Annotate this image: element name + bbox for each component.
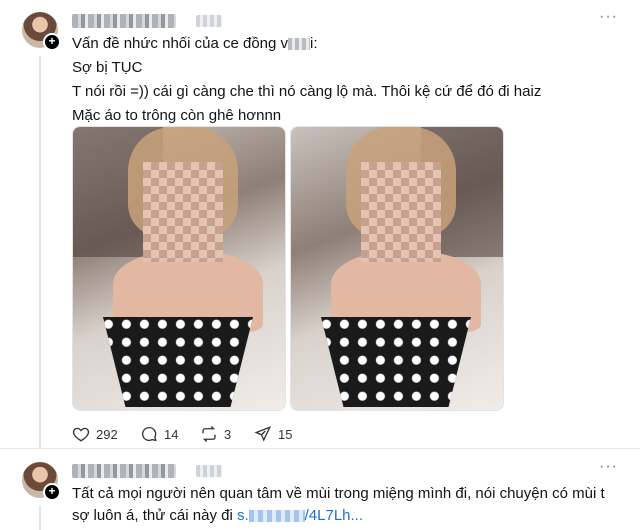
more-options-icon[interactable]: ··· <box>599 458 618 476</box>
like-button[interactable]: 292 <box>72 425 118 443</box>
follow-plus-icon[interactable]: + <box>43 33 61 51</box>
follow-plus-icon[interactable]: + <box>43 483 61 501</box>
post-text-line: sợ luôn á, thử cái này đi s. /4L7Lh... <box>72 504 363 528</box>
thread-line <box>39 56 41 448</box>
post-text-line: Vấn đề nhức nhối của ce đồng v i: <box>72 32 318 56</box>
share-count: 15 <box>278 426 293 442</box>
reply-button[interactable]: 14 <box>140 425 178 443</box>
post-photo-2[interactable] <box>290 126 504 411</box>
post-text-tail: i: <box>310 35 318 52</box>
link-suffix: /4L7Lh... <box>304 507 364 524</box>
redacted-word <box>288 38 311 51</box>
pixelated-face <box>361 162 441 262</box>
comment-icon <box>141 426 157 442</box>
post-text: Vấn đề nhức nhối của ce đồng v <box>72 35 289 52</box>
username-redacted[interactable] <box>72 14 176 28</box>
send-icon <box>254 426 272 442</box>
redacted-link <box>248 510 305 523</box>
post-link[interactable]: s. /4L7Lh... <box>237 507 363 524</box>
reply-count: 14 <box>164 426 179 442</box>
thread-line <box>39 506 41 530</box>
post-text: sợ luôn á, thử cái này đi <box>72 507 237 524</box>
post-text-line: Mặc áo to trông còn ghê hơnnn <box>72 107 282 124</box>
post-divider <box>0 448 640 449</box>
username-redacted[interactable] <box>72 464 176 478</box>
avatar[interactable]: + <box>22 462 61 501</box>
post-text-line: Tất cả mọi người nên quan tâm về mùi tro… <box>72 485 605 502</box>
more-options-icon[interactable]: ··· <box>599 8 618 26</box>
post-photo-1[interactable] <box>72 126 286 411</box>
repost-count: 3 <box>224 426 232 442</box>
heart-icon <box>72 427 90 442</box>
repost-button[interactable]: 3 <box>200 425 231 443</box>
timestamp-redacted <box>196 15 222 27</box>
like-count: 292 <box>96 426 118 442</box>
pixelated-face <box>143 162 223 262</box>
avatar[interactable]: + <box>22 12 61 51</box>
link-prefix: s. <box>236 507 249 524</box>
post-text-line: T nói rồi =)) cái gì càng che thì nó càn… <box>72 83 542 100</box>
timestamp-redacted <box>196 465 222 477</box>
post-text-line: Sợ bị TỤC <box>72 59 143 76</box>
repost-icon <box>202 426 216 442</box>
share-button[interactable]: 15 <box>254 425 292 443</box>
